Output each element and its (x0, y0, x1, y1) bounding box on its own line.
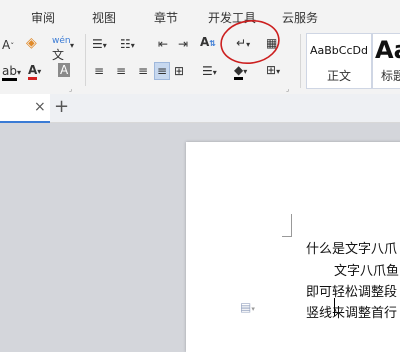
menu-review[interactable]: 审阅 (31, 9, 55, 26)
close-icon[interactable]: × (34, 99, 46, 115)
align-center-icon[interactable]: ≡ (116, 64, 126, 78)
style-normal[interactable]: AaBbCcDd 正文 (306, 33, 372, 89)
font-color-button[interactable]: A▾ (28, 63, 41, 80)
document-line: 什么是文字八爪 (306, 242, 398, 257)
clear-format-icon[interactable]: ◈ (26, 36, 37, 50)
distributed-align-icon[interactable]: ⊞ (174, 64, 184, 78)
document-line: 竖线来调整首行 (306, 306, 398, 321)
justify-icon[interactable]: ≡ (154, 62, 171, 80)
text-cursor (334, 298, 335, 316)
menu-view[interactable]: 视图 (92, 9, 116, 26)
document-tab-bar: × + (0, 94, 400, 123)
annotation-circle (220, 20, 280, 64)
pinyin-label: wén (52, 36, 71, 46)
margin-marker (291, 214, 292, 236)
chevron-down-icon: ˇ (10, 42, 15, 51)
chevron-down-icon[interactable]: ▾ (70, 39, 74, 53)
style-preview: Aa (375, 36, 400, 64)
highlight-color-button[interactable]: ab▾ (2, 64, 21, 81)
numbered-list-icon[interactable]: ☷▾ (120, 37, 135, 53)
paragraph-handle-icon[interactable]: ▤▾ (240, 300, 255, 314)
document-line: 即可轻松调整段 (306, 285, 398, 300)
new-tab-button[interactable]: + (54, 96, 69, 117)
font-color-label: A (28, 63, 38, 80)
divider (85, 60, 86, 86)
menu-cloud-service[interactable]: 云服务 (282, 9, 318, 26)
bullet-list-icon[interactable]: ☰▾ (92, 37, 107, 53)
style-preview: AaBbCcDd (310, 44, 368, 57)
style-name: 标题 (381, 69, 400, 83)
line-spacing-icon[interactable]: ☰▾ (202, 64, 217, 80)
ribbon-toolbar: Aˇ ◈ wén 文 ▾ ☰▾ ☷▾ ⇤ ⇥ A⇅ ↵▾ ▦ ab▾ A▾ A … (0, 30, 400, 95)
divider (85, 34, 86, 60)
menu-section[interactable]: 章节 (154, 9, 178, 26)
menu-bar: 审阅 视图 章节 开发工具 云服务 (0, 0, 400, 30)
divider (300, 34, 301, 88)
font-size-decrease-button[interactable]: Aˇ (2, 38, 14, 54)
style-name: 正文 (327, 69, 352, 83)
decrease-indent-icon[interactable]: ⇤ (158, 37, 168, 51)
align-left-icon[interactable]: ≡ (94, 64, 104, 78)
sort-button[interactable]: A⇅ (200, 35, 216, 51)
pinyin-guide-button[interactable]: wén 文 (52, 34, 71, 62)
document-page[interactable]: 什么是文字八爪 文字八爪鱼 即可轻松调整段 竖线来调整首行 ▤▾ (186, 142, 400, 352)
pinyin-glyph: 文 (52, 48, 65, 62)
margin-marker (282, 236, 292, 237)
increase-indent-icon[interactable]: ⇥ (178, 37, 188, 51)
font-size-label: A (2, 38, 11, 52)
document-line: 文字八爪鱼 (334, 264, 400, 279)
character-shading-button[interactable]: A (58, 63, 71, 77)
char-shade-label: A (60, 63, 69, 77)
sort-arrows-icon: ⇅ (209, 39, 216, 48)
sort-label: A (200, 35, 210, 49)
style-heading[interactable]: Aa 标题 (372, 33, 400, 89)
align-right-icon[interactable]: ≡ (138, 64, 148, 78)
